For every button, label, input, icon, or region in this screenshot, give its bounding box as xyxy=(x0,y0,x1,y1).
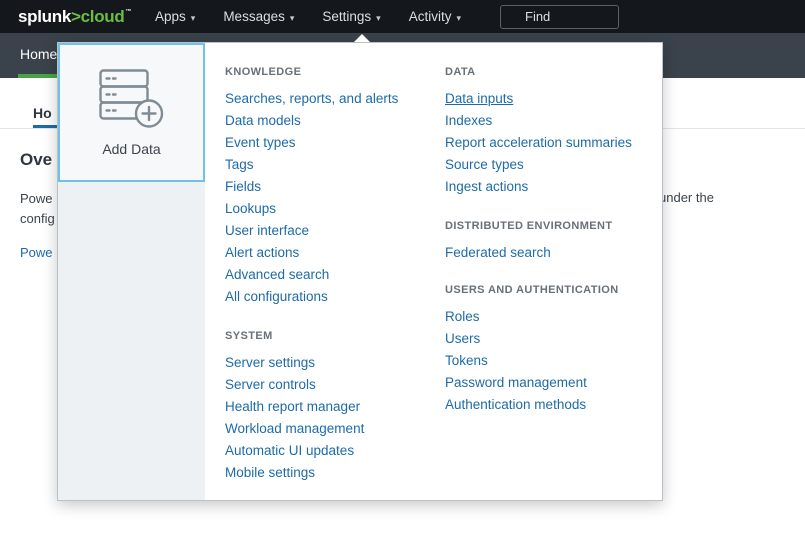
menu-item[interactable]: Searches, reports, and alerts xyxy=(225,88,440,110)
section-title-users-and-authentication: USERS AND AUTHENTICATION xyxy=(445,284,660,297)
menu-item[interactable]: Alert actions xyxy=(225,242,440,264)
menu-item[interactable]: Lookups xyxy=(225,198,440,220)
menu-item[interactable]: Source types xyxy=(445,154,660,176)
nav-apps[interactable]: Apps▾ xyxy=(155,9,195,24)
nav-settings[interactable]: Settings▾ xyxy=(322,9,380,24)
menu-item[interactable]: Event types xyxy=(225,132,440,154)
menu-item[interactable]: User interface xyxy=(225,220,440,242)
add-data-label: Add Data xyxy=(102,141,160,157)
knowledge-item-list: Searches, reports, and alertsData models… xyxy=(225,88,440,308)
page-paragraph-line2: config xyxy=(20,211,55,226)
menu-left-column: Add Data xyxy=(58,43,205,500)
menu-item[interactable]: Users xyxy=(445,328,660,350)
logo-trademark: ™ xyxy=(125,9,131,15)
chevron-down-icon: ▾ xyxy=(191,13,196,23)
menu-column-knowledge-system: KNOWLEDGE Searches, reports, and alertsD… xyxy=(225,66,440,484)
menu-column-data-users: DATA Data inputsIndexesReport accelerati… xyxy=(445,66,660,416)
top-bar: splunk>cloud™ Apps▾ Messages▾ Settings▾ … xyxy=(0,0,805,33)
section-title-system: SYSTEM xyxy=(225,330,440,343)
splunk-cloud-logo: splunk>cloud™ xyxy=(18,7,131,27)
section-title-knowledge: KNOWLEDGE xyxy=(225,66,440,79)
add-data-button[interactable]: Add Data xyxy=(58,43,205,182)
settings-dropdown-menu: Add Data KNOWLEDGE Searches, reports, an… xyxy=(57,42,663,501)
logo-product: cloud xyxy=(81,7,125,26)
find-search-input[interactable]: Find xyxy=(500,5,619,29)
menu-item[interactable]: Indexes xyxy=(445,110,660,132)
page-paragraph-right-fragment: under the xyxy=(659,190,714,205)
menu-item[interactable]: Health report manager xyxy=(225,396,440,418)
distributed-item-list: Federated search xyxy=(445,242,660,264)
menu-item[interactable]: Roles xyxy=(445,306,660,328)
chevron-down-icon: ▾ xyxy=(376,13,381,23)
menu-item[interactable]: Data models xyxy=(225,110,440,132)
menu-item[interactable]: Automatic UI updates xyxy=(225,440,440,462)
logo-brand: splunk xyxy=(18,7,71,26)
dropdown-pointer-caret xyxy=(354,34,370,42)
menu-item[interactable]: Federated search xyxy=(445,242,660,264)
menu-item[interactable]: Tags xyxy=(225,154,440,176)
menu-item[interactable]: All configurations xyxy=(225,286,440,308)
logo-gt: > xyxy=(71,7,81,26)
menu-item[interactable]: Workload management xyxy=(225,418,440,440)
system-item-list: Server settingsServer controlsHealth rep… xyxy=(225,352,440,484)
page-paragraph-line1: Powe xyxy=(20,191,53,206)
data-item-list: Data inputsIndexesReport acceleration su… xyxy=(445,88,660,198)
menu-item[interactable]: Advanced search xyxy=(225,264,440,286)
menu-item[interactable]: Server settings xyxy=(225,352,440,374)
active-app-underline xyxy=(18,74,57,78)
menu-item[interactable]: Server controls xyxy=(225,374,440,396)
page-link[interactable]: Powe xyxy=(20,245,53,260)
top-nav: Apps▾ Messages▾ Settings▾ Activity▾ xyxy=(155,0,461,33)
chevron-down-icon: ▾ xyxy=(290,13,295,23)
menu-item[interactable]: Report acceleration summaries xyxy=(445,132,660,154)
chevron-down-icon: ▾ xyxy=(456,13,461,23)
section-title-distributed-environment: DISTRIBUTED ENVIRONMENT xyxy=(445,220,660,233)
page-tab-home[interactable]: Ho xyxy=(33,105,52,121)
users-auth-item-list: RolesUsersTokensPassword managementAuthe… xyxy=(445,306,660,416)
menu-item[interactable]: Password management xyxy=(445,372,660,394)
menu-item[interactable]: Ingest actions xyxy=(445,176,660,198)
nav-activity[interactable]: Activity▾ xyxy=(409,9,461,24)
page-heading: Ove xyxy=(20,150,52,170)
add-data-icon xyxy=(99,69,165,129)
menu-item[interactable]: Mobile settings xyxy=(225,462,440,484)
menu-item[interactable]: Tokens xyxy=(445,350,660,372)
app-bar-home-link[interactable]: Home xyxy=(20,46,57,62)
menu-item[interactable]: Fields xyxy=(225,176,440,198)
menu-item[interactable]: Authentication methods xyxy=(445,394,660,416)
menu-item[interactable]: Data inputs xyxy=(445,88,660,110)
nav-messages[interactable]: Messages▾ xyxy=(223,9,294,24)
section-title-data: DATA xyxy=(445,66,660,79)
